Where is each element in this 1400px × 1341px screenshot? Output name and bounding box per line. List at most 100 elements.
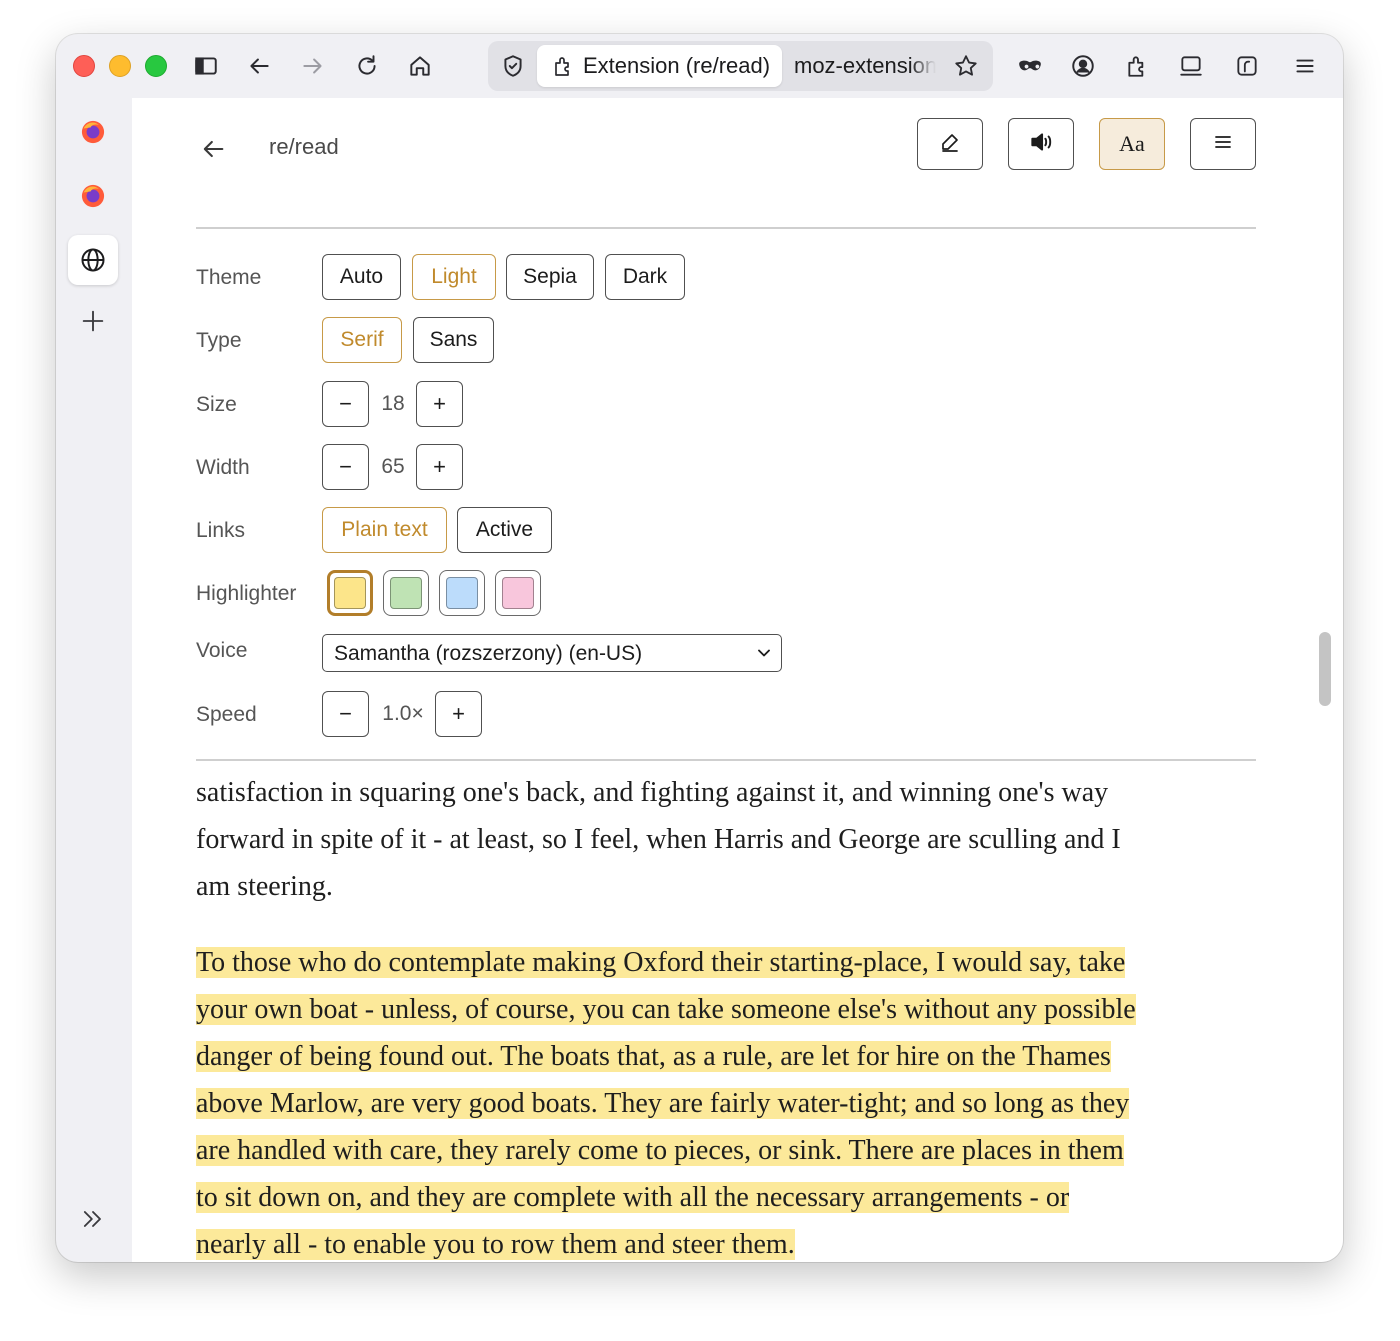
width-value: 65	[381, 455, 405, 478]
links-label: Links	[196, 519, 246, 542]
shield-icon[interactable]	[498, 51, 528, 81]
expand-icon[interactable]	[68, 1194, 118, 1244]
bookmark-star-icon[interactable]	[950, 50, 982, 82]
voice-label: Voice	[196, 639, 248, 662]
minimize-window-button[interactable]	[109, 55, 131, 77]
theme-sepia-button[interactable]: Sepia	[506, 254, 594, 300]
size-label: Size	[196, 393, 237, 416]
header-divider	[196, 227, 1256, 229]
voice-select[interactable]: Samantha (rozszerzony) (en-US)	[322, 634, 782, 672]
chevron-down-icon	[754, 643, 774, 663]
theme-light-button[interactable]: Light	[412, 254, 496, 300]
swatch-fill	[334, 577, 366, 609]
size-row: Size − 18 +	[196, 381, 1256, 429]
browser-window: Extension (re/read) moz-extension://	[56, 34, 1343, 1262]
browser-toolbar: Extension (re/read) moz-extension://	[56, 34, 1343, 98]
reader-header: re/read Aa	[196, 118, 1256, 190]
voice-row: Voice Samantha (rozszerzony) (en-US)	[196, 634, 1256, 682]
back-arrow-icon[interactable]	[242, 49, 276, 83]
speaker-icon	[1028, 129, 1054, 160]
url-bar[interactable]: Extension (re/read) moz-extension://	[488, 41, 993, 91]
type-label: Type	[196, 329, 242, 352]
synced-tabs-icon[interactable]	[1174, 49, 1208, 83]
firefox-icon[interactable]	[68, 107, 118, 157]
extension-identity-chip[interactable]: Extension (re/read)	[537, 45, 782, 87]
highlighter-blue-swatch[interactable]	[439, 570, 485, 616]
scrollbar[interactable]	[1319, 632, 1331, 706]
highlighted-line: to sit down on, and they are complete wi…	[196, 1182, 1070, 1213]
private-mask-icon[interactable]	[1013, 49, 1047, 83]
firefox-icon[interactable]	[68, 171, 118, 221]
text-line: satisfaction in squaring one's back, and…	[196, 777, 1109, 808]
extensions-icon[interactable]	[1121, 49, 1155, 83]
swatch-fill	[446, 577, 478, 609]
type-row: Type Serif Sans	[196, 317, 1256, 365]
speed-row: Speed − 1.0× +	[196, 691, 1256, 739]
highlighted-line: your own boat - unless, of course, you c…	[196, 994, 1136, 1025]
edit-icon	[938, 130, 962, 159]
reader-content: re/read Aa Theme Auto Light Sepia Dark T…	[132, 98, 1343, 1262]
zoom-window-button[interactable]	[145, 55, 167, 77]
text-line: forward in spite of it - at least, so I …	[196, 824, 1121, 855]
typography-button[interactable]: Aa	[1099, 118, 1165, 170]
home-icon[interactable]	[403, 49, 437, 83]
highlighter-yellow-swatch[interactable]	[327, 570, 373, 616]
forward-arrow-icon[interactable]	[296, 49, 330, 83]
links-row: Links Plain text Active	[196, 507, 1256, 555]
highlighted-line: To those who do contemplate making Oxfor…	[196, 947, 1126, 978]
firefox-view-icon[interactable]	[1230, 49, 1264, 83]
voice-select-value: Samantha (rozszerzony) (en-US)	[334, 642, 643, 665]
width-row: Width − 65 +	[196, 444, 1256, 492]
account-icon[interactable]	[1066, 49, 1100, 83]
highlighter-green-swatch[interactable]	[383, 570, 429, 616]
plus-icon[interactable]	[68, 296, 118, 346]
theme-row: Theme Auto Light Sepia Dark	[196, 254, 1256, 302]
reload-icon[interactable]	[350, 49, 384, 83]
highlighted-line: nearly all - to enable you to row them a…	[196, 1229, 795, 1260]
url-text[interactable]: moz-extension://	[794, 53, 936, 79]
width-decrease-button[interactable]: −	[322, 444, 369, 490]
menu-icon	[1211, 130, 1235, 159]
theme-auto-button[interactable]: Auto	[322, 254, 401, 300]
swatch-fill	[502, 577, 534, 609]
width-increase-button[interactable]: +	[416, 444, 463, 490]
app-title: re/read	[269, 134, 339, 159]
speed-label: Speed	[196, 703, 257, 726]
settings-divider	[196, 759, 1256, 761]
highlighter-row: Highlighter	[196, 570, 1256, 618]
highlighted-line: danger of being found out. The boats tha…	[196, 1041, 1111, 1072]
close-window-button[interactable]	[73, 55, 95, 77]
menu-icon[interactable]	[1288, 49, 1322, 83]
speed-value: 1.0×	[382, 702, 424, 725]
width-label: Width	[196, 456, 250, 479]
extension-tab-label: Extension (re/read)	[583, 53, 771, 78]
theme-dark-button[interactable]: Dark	[605, 254, 685, 300]
speaker-button[interactable]	[1008, 118, 1074, 170]
back-arrow-icon[interactable]	[196, 132, 230, 166]
size-value: 18	[381, 392, 405, 415]
highlighted-line: are handled with care, they rarely come …	[196, 1135, 1124, 1166]
speed-increase-button[interactable]: +	[435, 691, 482, 737]
size-increase-button[interactable]: +	[416, 381, 463, 427]
paragraph: satisfaction in squaring one's back, and…	[196, 769, 1256, 910]
swatch-fill	[390, 577, 422, 609]
sidebar-icon[interactable]	[189, 49, 223, 83]
highlighted-line: above Marlow, are very good boats. They …	[196, 1088, 1130, 1119]
type-serif-button[interactable]: Serif	[322, 317, 402, 363]
reader-menu-button[interactable]	[1190, 118, 1256, 170]
theme-label: Theme	[196, 266, 262, 289]
puzzle-icon	[549, 51, 579, 81]
globe-icon[interactable]	[68, 235, 118, 285]
highlighter-label: Highlighter	[196, 582, 297, 605]
highlighter-pink-swatch[interactable]	[495, 570, 541, 616]
edit-button[interactable]	[917, 118, 983, 170]
links-active-button[interactable]: Active	[457, 507, 552, 553]
size-decrease-button[interactable]: −	[322, 381, 369, 427]
browser-sidebar	[56, 98, 132, 1262]
text-line: am steering.	[196, 871, 333, 902]
highlighted-paragraph[interactable]: To those who do contemplate making Oxfor…	[196, 939, 1256, 1262]
links-plain-text-button[interactable]: Plain text	[322, 507, 447, 553]
typography-label: Aa	[1119, 131, 1145, 156]
speed-decrease-button[interactable]: −	[322, 691, 369, 737]
type-sans-button[interactable]: Sans	[413, 317, 494, 363]
